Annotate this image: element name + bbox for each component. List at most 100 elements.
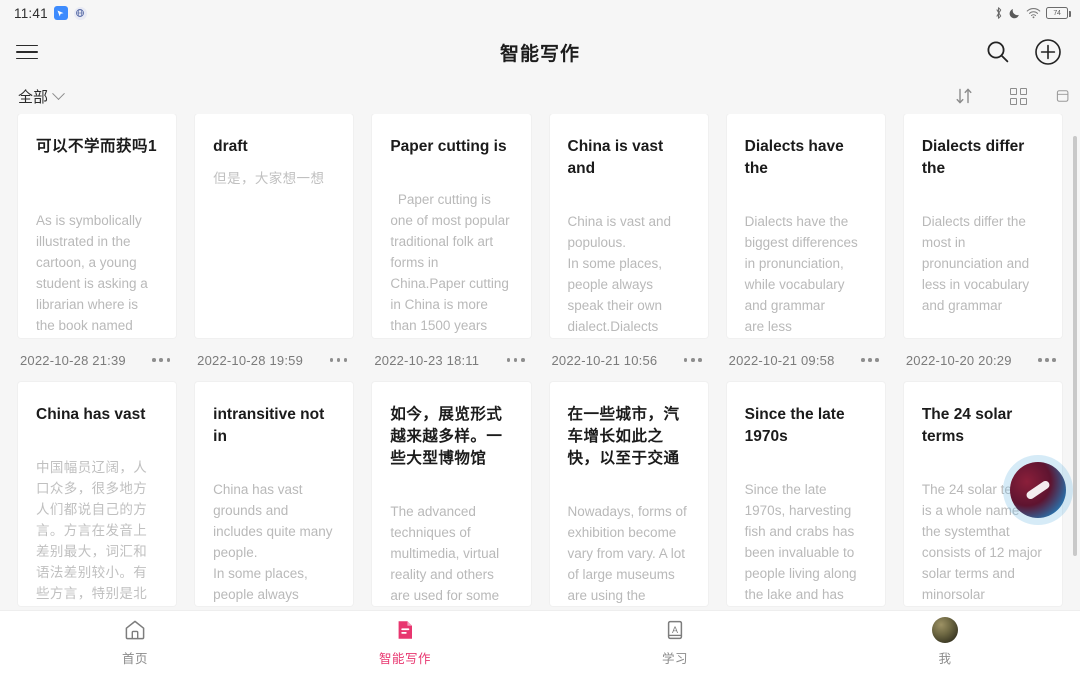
note-title: Paper cutting is — [390, 138, 507, 155]
sort-arrows-icon[interactable] — [948, 80, 980, 112]
do-not-disturb-moon-icon — [1009, 7, 1021, 19]
top-bar-actions — [982, 36, 1064, 68]
note-title: 在一些城市，汽车增长如此之快，以至于交通 — [567, 406, 680, 467]
note-title: Since the late 1970s — [744, 406, 845, 445]
bottom-navigation-bar: 首页 智能写作 A 学习 我 — [0, 610, 1080, 673]
status-time: 11:41 — [14, 5, 48, 21]
note-card[interactable]: China is vast and China is vast and popu… — [549, 114, 708, 338]
note-title: Dialects differ the — [921, 138, 1025, 177]
plus-circle-icon[interactable] — [1032, 36, 1064, 68]
svg-text:A: A — [672, 625, 678, 635]
note-meta: 2022-10-21 09:58 — [727, 338, 885, 382]
notes-scroll-area[interactable]: 可以不学而获吗1 As is symbolically illustrated … — [0, 114, 1080, 610]
note-title: 如今，展览形式越来越多样。一些大型博物馆 — [390, 406, 503, 467]
nav-item-study[interactable]: A 学习 — [540, 617, 810, 667]
note-body: As is symbolically illustrated in the ca… — [36, 213, 148, 333]
chevron-down-icon — [52, 86, 65, 100]
note-body: 中国幅员辽阔，人口众多，很多地方人们都说自己的方言。方言在发音上差别最大，词汇和… — [36, 460, 148, 601]
note-card-wrapper: Paper cutting is Paper cutting is one of… — [372, 114, 531, 382]
note-title: intransitive not in — [213, 406, 325, 445]
note-more-options-icon[interactable] — [1036, 352, 1058, 368]
note-title: China is vast and — [567, 138, 664, 177]
note-card[interactable]: 可以不学而获吗1 As is symbolically illustrated … — [18, 114, 177, 338]
note-more-options-icon[interactable] — [682, 352, 704, 368]
filter-bar: 全部 — [0, 78, 1080, 114]
battery-level-text: 74 — [1053, 9, 1061, 17]
ai-assistant-bubble[interactable] — [1010, 462, 1066, 518]
note-card-wrapper: 如今，展览形式越来越多样。一些大型博物馆 The advanced techni… — [372, 382, 531, 606]
status-bar-right: 74 — [993, 6, 1071, 20]
vertical-scrollbar[interactable] — [1073, 136, 1077, 556]
note-date: 2022-10-21 09:58 — [728, 352, 835, 368]
note-meta: 2022-10-28 21:39 — [18, 338, 176, 382]
note-title: China has vast — [36, 406, 146, 423]
home-icon — [123, 617, 147, 643]
top-app-bar: 智能写作 — [0, 26, 1080, 78]
note-body: Dialects differ the most in pronunciatio… — [921, 214, 1030, 313]
nav-item-smart-writing[interactable]: 智能写作 — [270, 617, 540, 667]
note-date: 2022-10-21 10:56 — [551, 352, 658, 368]
list-view-icon[interactable] — [1056, 80, 1070, 112]
nav-item-profile[interactable]: 我 — [810, 617, 1080, 667]
document-icon — [393, 617, 417, 643]
hamburger-menu-icon[interactable] — [14, 35, 48, 69]
status-bar-left: 11:41 — [14, 6, 87, 21]
note-meta: 2022-10-28 19:59 — [195, 338, 353, 382]
note-body: Paper cutting is one of most popular tra… — [390, 192, 510, 333]
note-card[interactable]: Paper cutting is Paper cutting is one of… — [372, 114, 531, 338]
note-more-options-icon[interactable] — [150, 352, 172, 368]
navigation-badge-icon — [53, 6, 68, 20]
note-card[interactable]: 如今，展览形式越来越多样。一些大型博物馆 The advanced techni… — [372, 382, 531, 606]
nav-label: 首页 — [121, 652, 148, 666]
note-card[interactable]: Dialects have the Dialects have the bigg… — [726, 114, 885, 338]
note-body: 但是，大家想一想 — [213, 171, 325, 186]
note-title: 可以不学而获吗1 — [36, 138, 158, 155]
note-body: Dialects have the biggest differences in… — [744, 214, 858, 334]
note-card-wrapper: Dialects differ the Dialects differ the … — [903, 114, 1062, 382]
view-controls — [948, 80, 1072, 112]
nav-label: 智能写作 — [378, 652, 431, 666]
book-letter-a-icon: A — [663, 617, 687, 643]
note-title: Dialects have the — [744, 138, 844, 177]
notes-grid: 可以不学而获吗1 As is symbolically illustrated … — [18, 114, 1062, 606]
note-card-wrapper: draft 但是，大家想一想 2022-10-28 19:59 — [195, 114, 354, 382]
nav-item-home[interactable]: 首页 — [0, 617, 270, 667]
grid-view-icon[interactable] — [1002, 80, 1034, 112]
note-card-wrapper: 可以不学而获吗1 As is symbolically illustrated … — [18, 114, 177, 382]
note-title: The 24 solar terms — [921, 406, 1013, 445]
search-icon[interactable] — [982, 36, 1014, 68]
note-body: China has vast grounds and includes quit… — [213, 482, 333, 602]
note-title: draft — [213, 138, 248, 155]
wifi-icon — [1026, 7, 1041, 19]
note-date: 2022-10-28 21:39 — [20, 352, 126, 368]
globe-badge-icon — [73, 6, 87, 20]
note-more-options-icon[interactable] — [505, 352, 527, 368]
note-date: 2022-10-23 18:11 — [374, 352, 480, 368]
note-body: Since the late 1970s, harvesting fish an… — [744, 482, 857, 602]
note-card-wrapper: China is vast and China is vast and popu… — [549, 114, 708, 382]
app-root: 11:41 74 智能写作 全部 可以不学而获吗1 As is symbolic… — [0, 0, 1080, 673]
note-card[interactable]: draft 但是，大家想一想 — [195, 114, 354, 338]
filter-label: 全部 — [18, 88, 49, 106]
note-body: The advanced techniques of multimedia, v… — [390, 504, 500, 603]
nav-label: 我 — [938, 652, 952, 666]
note-card-wrapper: 在一些城市，汽车增长如此之快，以至于交通 Nowadays, forms of … — [549, 382, 708, 606]
nav-label: 学习 — [661, 652, 688, 666]
note-card[interactable]: China has vast 中国幅员辽阔，人口众多，很多地方人们都说自己的方言… — [18, 382, 177, 606]
note-card[interactable]: Dialects differ the Dialects differ the … — [903, 114, 1062, 338]
bluetooth-icon — [993, 6, 1004, 20]
note-card[interactable]: intransitive not in China has vast groun… — [195, 382, 354, 606]
note-more-options-icon[interactable] — [328, 352, 350, 368]
note-body: China is vast and populous. In some plac… — [567, 214, 672, 334]
status-bar: 11:41 74 — [0, 0, 1080, 26]
note-card-wrapper: China has vast 中国幅员辽阔，人口众多，很多地方人们都说自己的方言… — [18, 382, 177, 606]
note-card-wrapper: Dialects have the Dialects have the bigg… — [726, 114, 885, 382]
note-more-options-icon[interactable] — [859, 352, 881, 368]
note-body: Nowadays, forms of exhibition become var… — [567, 504, 687, 603]
note-meta: 2022-10-21 10:56 — [550, 338, 708, 382]
note-meta: 2022-10-23 18:11 — [372, 338, 530, 382]
note-date: 2022-10-20 20:29 — [905, 352, 1012, 368]
note-card[interactable]: 在一些城市，汽车增长如此之快，以至于交通 Nowadays, forms of … — [549, 382, 708, 606]
filter-dropdown-all[interactable]: 全部 — [18, 86, 65, 107]
note-card[interactable]: Since the late 1970s Since the late 1970… — [726, 382, 885, 606]
